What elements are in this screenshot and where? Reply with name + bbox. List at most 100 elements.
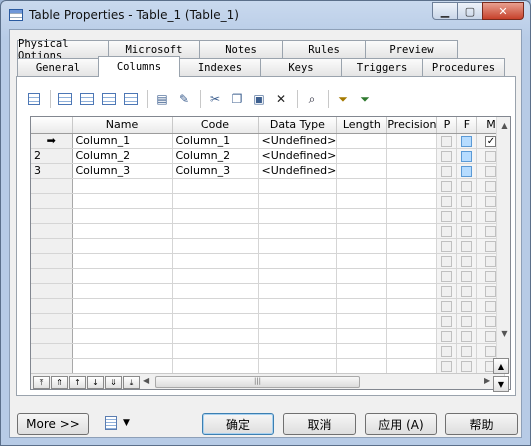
empty-check-checkbox[interactable] [461, 270, 473, 282]
title-bar[interactable]: Table Properties - Table_1 (Table_1) ▁ ▢… [1, 1, 530, 29]
empty-cell[interactable] [336, 328, 388, 344]
empty-cell[interactable] [386, 343, 438, 359]
empty-cell[interactable] [72, 358, 173, 374]
row-header[interactable] [31, 313, 73, 329]
empty-cell[interactable] [336, 268, 388, 284]
paste-clip-icon[interactable]: ▣ [249, 89, 269, 109]
empty-cell[interactable] [386, 313, 438, 329]
empty-cell[interactable] [172, 268, 259, 284]
empty-row[interactable] [31, 253, 506, 269]
precision-cell[interactable] [386, 133, 438, 149]
empty-check[interactable] [456, 313, 478, 329]
empty-cell[interactable] [386, 238, 438, 254]
empty-cell[interactable] [72, 253, 173, 269]
primary-key-checkbox[interactable] [441, 165, 453, 177]
scroll-up-icon[interactable]: ▲ [497, 117, 510, 133]
paste-icon[interactable]: ✎ [174, 89, 194, 109]
mandatory-checkbox[interactable]: ✓ [485, 135, 497, 147]
foreign-key[interactable] [456, 148, 478, 164]
row-header[interactable] [31, 253, 73, 269]
empty-cell[interactable] [386, 208, 438, 224]
primary-key-checkbox[interactable] [441, 150, 453, 162]
empty-row[interactable] [31, 283, 506, 299]
move-bottom-icon[interactable]: ⤓ [123, 376, 140, 389]
empty-cell[interactable] [386, 178, 438, 194]
tab-physical-options[interactable]: Physical Options [17, 38, 109, 62]
empty-cell[interactable] [336, 178, 388, 194]
empty-check[interactable] [456, 358, 478, 374]
empty-cell[interactable] [172, 193, 259, 209]
primary-key[interactable] [436, 133, 458, 149]
empty-check-checkbox[interactable] [485, 240, 497, 252]
add-row-icon[interactable] [77, 89, 97, 109]
horizontal-scrollbar[interactable]: ⤒ ⇑ ↑ ↓ ⇓ ⤓ ◀ ||| ▶ [31, 373, 496, 389]
cancel-button[interactable]: 取消 [283, 413, 356, 435]
primary-key[interactable] [436, 148, 458, 164]
empty-cell[interactable] [258, 238, 338, 254]
page-up-icon[interactable]: ▲ [493, 358, 509, 374]
empty-check-checkbox[interactable] [441, 285, 453, 297]
primary-key-checkbox[interactable] [441, 135, 453, 147]
empty-check-checkbox[interactable] [441, 195, 453, 207]
library-menu-button[interactable]: ▼ [105, 416, 130, 430]
empty-check[interactable] [436, 193, 458, 209]
empty-cell[interactable] [72, 238, 173, 254]
empty-cell[interactable] [258, 328, 338, 344]
close-button[interactable]: ✕ [482, 2, 524, 20]
vertical-scrollbar[interactable]: ▲ ▼ [496, 117, 510, 373]
col-header-code[interactable]: Code [172, 117, 259, 134]
empty-cell[interactable] [72, 313, 173, 329]
empty-check[interactable] [436, 343, 458, 359]
empty-check-checkbox[interactable] [485, 285, 497, 297]
empty-cell[interactable] [258, 313, 338, 329]
empty-cell[interactable] [386, 268, 438, 284]
empty-check-checkbox[interactable] [461, 285, 473, 297]
empty-check[interactable] [436, 268, 458, 284]
empty-check-checkbox[interactable] [441, 240, 453, 252]
empty-cell[interactable] [258, 358, 338, 374]
page-down-icon[interactable]: ▼ [493, 376, 509, 392]
scroll-down-icon[interactable]: ▼ [497, 325, 510, 341]
empty-row[interactable] [31, 208, 506, 224]
empty-check-checkbox[interactable] [485, 195, 497, 207]
empty-cell[interactable] [258, 223, 338, 239]
empty-cell[interactable] [258, 208, 338, 224]
empty-check[interactable] [456, 343, 478, 359]
empty-check-checkbox[interactable] [461, 255, 473, 267]
add-columns-icon[interactable] [99, 89, 119, 109]
tab-preview[interactable]: Preview [365, 40, 458, 59]
empty-check[interactable] [456, 268, 478, 284]
table-row[interactable]: 3 Column_3 Column_3 <Undefined> [31, 163, 506, 179]
empty-check-checkbox[interactable] [441, 225, 453, 237]
row-header[interactable] [31, 193, 73, 209]
empty-cell[interactable] [386, 223, 438, 239]
row-header[interactable]: 3 [31, 163, 73, 179]
data-type-cell[interactable]: <Undefined> [258, 163, 338, 179]
empty-check-checkbox[interactable] [461, 315, 473, 327]
empty-cell[interactable] [72, 223, 173, 239]
empty-check[interactable] [436, 238, 458, 254]
empty-check-checkbox[interactable] [461, 330, 473, 342]
row-header[interactable] [31, 298, 73, 314]
empty-cell[interactable] [258, 253, 338, 269]
foreign-key[interactable] [456, 133, 478, 149]
empty-row[interactable] [31, 343, 506, 359]
empty-cell[interactable] [258, 343, 338, 359]
foreign-key-checkbox[interactable] [461, 165, 473, 177]
name-cell[interactable]: Column_2 [72, 148, 173, 164]
more-button[interactable]: More >> [17, 413, 89, 435]
empty-check[interactable] [436, 253, 458, 269]
table-row[interactable]: 2 Column_2 Column_2 <Undefined> [31, 148, 506, 164]
precision-cell[interactable] [386, 163, 438, 179]
col-header-data-type[interactable]: Data Type [258, 117, 338, 134]
move-page-up-icon[interactable]: ⇑ [51, 376, 68, 389]
empty-cell[interactable] [172, 328, 259, 344]
empty-row[interactable] [31, 313, 506, 329]
empty-row[interactable] [31, 358, 506, 374]
empty-cell[interactable] [72, 343, 173, 359]
empty-check-checkbox[interactable] [485, 225, 497, 237]
empty-row[interactable] [31, 193, 506, 209]
scroll-right-icon[interactable]: ▶ [484, 376, 490, 385]
find-binoculars-icon[interactable]: ⌕ [302, 89, 322, 109]
col-header-length[interactable]: Length [336, 117, 388, 134]
